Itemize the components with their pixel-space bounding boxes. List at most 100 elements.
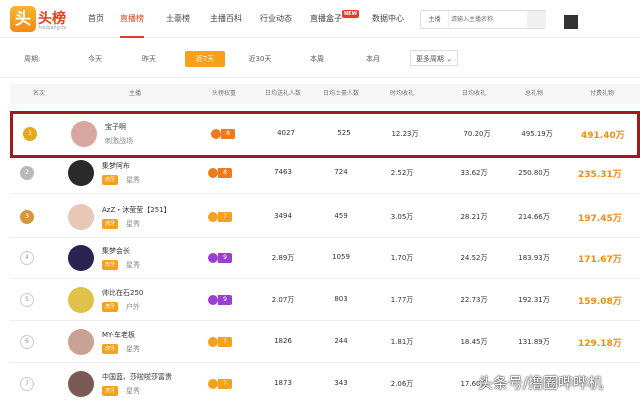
new-badge: NEW	[342, 10, 360, 18]
table-row[interactable]: 1 宝子啊 刺激战场 8 4027 525 12.23万 70.20万 495.19万 491.4…	[10, 111, 640, 158]
period-last-30-days[interactable]: 近30天	[242, 51, 278, 67]
daily-tycoons: 1059	[332, 253, 350, 261]
header-daily-gifts: 日均收礼	[461, 90, 486, 97]
header-daily-givers: 日均送礼人数	[264, 90, 301, 97]
nav-anchor-wiki[interactable]: 主播百科	[210, 0, 242, 38]
table-header: 名次 主播 头榜权重 日均送礼人数 日均土豪人数 时均收礼 日均收礼 总礼物 付…	[10, 84, 640, 104]
daily-gifts: 18.45万	[460, 338, 488, 346]
logo-badge: 头	[10, 6, 36, 32]
period-today[interactable]: 今天	[80, 51, 110, 67]
more-periods-label: 更多周期	[415, 55, 444, 63]
header-anchor: 主播	[128, 90, 141, 97]
table-row[interactable]: 4 集梦会长 虎牙 星秀 9 2.89万 1059 1.70万 24.52万 183.93万 171…	[10, 238, 640, 279]
category-label: 星秀	[126, 220, 140, 228]
rank-number: 5	[20, 293, 34, 307]
daily-gifts: 33.62万	[460, 169, 488, 177]
anchor-name[interactable]: AzZ・沐莹莹【251】	[102, 205, 171, 215]
anchor-name[interactable]: 帅比在石250	[102, 288, 143, 298]
rank-medal-icon: 3	[20, 210, 34, 224]
paid-gifts: 171.67万	[578, 255, 622, 265]
total-gifts: 131.89万	[518, 338, 550, 346]
period-yesterday[interactable]: 昨天	[134, 51, 164, 67]
nav-industry-news[interactable]: 行业动态	[260, 0, 292, 38]
watermark: 头条号/撸圈哔哔机	[478, 374, 604, 392]
period-this-month[interactable]: 本月	[358, 51, 388, 67]
daily-tycoons: 724	[334, 168, 348, 176]
daily-tycoons: 525	[337, 129, 351, 137]
anchor-name[interactable]: 中国蓝、莎啦啦莎富贵	[102, 372, 172, 382]
rank-medal-icon: 2	[20, 166, 34, 180]
table-row[interactable]: 3 AzZ・沐莹莹【251】 虎牙 星秀 7 3494 459 3.05万 28.21万 214.…	[10, 197, 640, 238]
category-label: 户外	[126, 303, 140, 311]
weight-icon	[208, 337, 218, 347]
hourly-gifts: 2.52万	[390, 169, 414, 177]
hourly-gifts: 12.23万	[391, 130, 419, 138]
daily-givers: 1826	[274, 337, 292, 345]
user-avatar-icon[interactable]	[564, 15, 578, 29]
weight-value: 7	[218, 337, 232, 347]
logo-subtitle: toubang.tv	[39, 25, 67, 31]
site-logo[interactable]: 头 头榜 toubang.tv	[10, 6, 80, 32]
total-gifts: 183.93万	[518, 254, 550, 262]
category-label: 星秀	[126, 345, 140, 353]
anchor-name[interactable]: 集梦会长	[102, 246, 130, 256]
weight-icon	[208, 379, 218, 389]
avatar[interactable]	[68, 245, 94, 271]
search-input[interactable]	[451, 12, 521, 27]
hourly-gifts: 3.05万	[390, 213, 414, 221]
table-row[interactable]: 2 集梦阿布 虎牙 星秀 8 7463 724 2.52万 33.62万 250.80万 235.3…	[10, 153, 640, 194]
anchor-name[interactable]: MY-车老板	[102, 330, 135, 340]
header-rank: 名次	[32, 90, 45, 97]
category-label: 星秀	[126, 387, 140, 395]
avatar[interactable]	[71, 121, 97, 147]
weight-icon	[211, 129, 221, 139]
weight-icon	[208, 168, 218, 178]
daily-gifts: 28.21万	[460, 213, 488, 221]
nav-live-ranking[interactable]: 直播榜	[120, 0, 144, 38]
search-button[interactable]	[527, 11, 546, 28]
anchor-name[interactable]: 宝子啊	[105, 122, 126, 132]
nav-tycoon-ranking[interactable]: 土豪榜	[166, 0, 190, 38]
period-this-week[interactable]: 本周	[302, 51, 332, 67]
platform-tag: 虎牙	[102, 344, 119, 354]
daily-givers: 4027	[277, 129, 295, 137]
weight-icon	[208, 295, 218, 305]
hourly-gifts: 1.81万	[390, 338, 414, 346]
avatar[interactable]	[68, 160, 94, 186]
weight-icon	[208, 253, 218, 263]
platform-tag: 虎牙	[102, 175, 119, 185]
search-type-select[interactable]: 主播	[421, 11, 449, 28]
category-label: 星秀	[126, 261, 140, 269]
daily-tycoons: 343	[334, 379, 348, 387]
nav-live-box[interactable]: 直播盒子	[310, 0, 342, 38]
period-last-7-days[interactable]: 近7天	[185, 51, 225, 67]
weight-value: 9	[218, 295, 232, 305]
daily-tycoons: 803	[334, 295, 348, 303]
avatar[interactable]	[68, 287, 94, 313]
rank-number: 6	[20, 335, 34, 349]
avatar[interactable]	[68, 204, 94, 230]
daily-givers: 2.89万	[271, 254, 295, 262]
daily-gifts: 70.20万	[463, 130, 491, 138]
platform-tag: 虎牙	[102, 219, 119, 229]
anchor-name[interactable]: 集梦阿布	[102, 161, 130, 171]
nav-home[interactable]: 首页	[88, 0, 104, 38]
rank-number: 7	[20, 377, 34, 391]
daily-gifts: 24.52万	[460, 254, 488, 262]
platform-tag: 虎牙	[102, 386, 119, 396]
nav-data-center[interactable]: 数据中心	[372, 0, 404, 38]
paid-gifts: 129.18万	[578, 339, 622, 349]
total-gifts: 250.80万	[518, 169, 550, 177]
paid-gifts: 235.31万	[578, 170, 622, 180]
table-row[interactable]: 6 MY-车老板 虎牙 星秀 7 1826 244 1.81万 18.45万 131.89万 129…	[10, 322, 640, 363]
avatar[interactable]	[68, 329, 94, 355]
more-periods-dropdown[interactable]: 更多周期 ⌄	[410, 50, 458, 66]
total-gifts: 214.66万	[518, 213, 550, 221]
daily-tycoons: 459	[334, 212, 348, 220]
weight-value: 7	[218, 212, 232, 222]
period-label: 周期:	[24, 55, 41, 63]
total-gifts: 495.19万	[521, 130, 553, 138]
table-row[interactable]: 5 帅比在石250 虎牙 户外 9 2.07万 803 1.77万 22.73万 192.31万 1…	[10, 280, 640, 321]
weight-value: 8	[218, 168, 232, 178]
avatar[interactable]	[68, 371, 94, 397]
